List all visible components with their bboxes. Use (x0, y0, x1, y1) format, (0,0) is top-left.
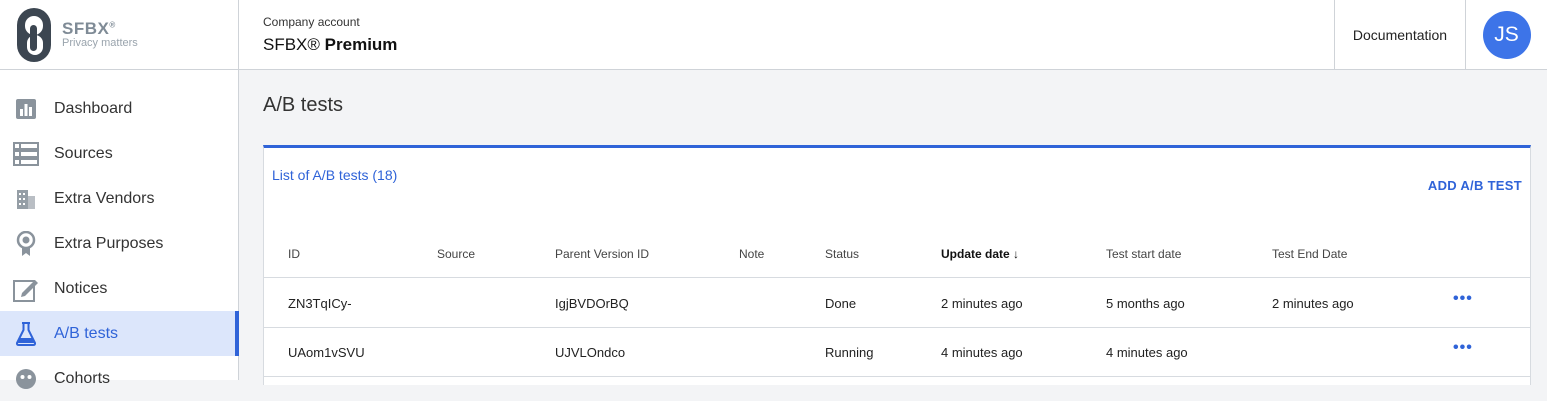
cell-status: Running (825, 345, 874, 360)
column-header-status[interactable]: Status (825, 247, 859, 261)
sidebar-item-label: Cohorts (54, 369, 111, 387)
sidebar-item-label: Extra Vendors (54, 189, 155, 207)
sidebar-item-dashboard[interactable]: Dashboard (0, 86, 238, 131)
sort-arrow-icon: ↓ (1013, 247, 1020, 261)
sidebar-item-label: Sources (54, 144, 113, 162)
main-content: A/B tests List of A/B tests (18) ADD A/B… (240, 70, 1547, 385)
column-header-update-date-label: Update date (941, 247, 1010, 261)
chart-icon (12, 95, 40, 123)
sidebar-item-extra-purposes[interactable]: Extra Purposes (0, 221, 238, 266)
documentation-link[interactable]: Documentation (1334, 0, 1466, 69)
column-header-source[interactable]: Source (437, 247, 475, 261)
add-ab-test-button[interactable]: ADD A/B TEST (1428, 178, 1522, 193)
sidebar-item-cohorts[interactable]: Cohorts (0, 356, 238, 401)
list-title: List of A/B tests (18) (272, 167, 398, 183)
sidebar-item-extra-vendors[interactable]: Extra Vendors (0, 176, 238, 221)
sidebar-item-notices[interactable]: Notices (0, 266, 238, 311)
company-account: Company account SFBX® Premium (239, 0, 1334, 69)
cell-id: UAom1vSVU (288, 345, 365, 360)
page-title: A/B tests (263, 94, 344, 116)
cohorts-icon (12, 365, 40, 393)
cell-parent-version-id: UJVLOndco (555, 345, 626, 360)
column-header-note[interactable]: Note (739, 247, 764, 261)
cell-test-start-date: 4 minutes ago (1106, 345, 1188, 360)
cell-update-date: 4 minutes ago (941, 345, 1023, 360)
sidebar-item-label: Dashboard (54, 99, 133, 117)
logo-reg: ® (109, 20, 116, 30)
ab-tests-card: List of A/B tests (18) ADD A/B TEST ID S… (263, 145, 1531, 385)
sidebar-item-label: Notices (54, 279, 108, 297)
column-header-update-date[interactable]: Update date ↓ (941, 247, 1019, 261)
table-header: ID Source Parent Version ID Note Status … (264, 228, 1530, 278)
sidebar-item-label: A/B tests (54, 324, 119, 342)
cell-test-end-date: 2 minutes ago (1272, 296, 1354, 311)
cell-status: Done (825, 296, 857, 311)
company-plan: Premium (324, 34, 398, 54)
column-header-parent-version-id[interactable]: Parent Version ID (555, 247, 649, 261)
building-icon (12, 185, 40, 213)
table-row[interactable]: ZN3TqICy- IgjBVDOrBQ Done 2 minutes ago … (264, 279, 1530, 328)
list-icon (12, 140, 40, 168)
logo-name: SFBX (62, 19, 110, 38)
sidebar: Dashboard Sources Extra Vendors Extra Pu… (0, 70, 239, 389)
sidebar-item-label: Extra Purposes (54, 234, 164, 252)
logo-tagline: Privacy matters (62, 37, 138, 49)
sfbx-logo-icon (16, 7, 52, 63)
row-more-menu-icon[interactable]: ••• (1453, 339, 1473, 357)
flask-icon (12, 320, 40, 348)
cell-parent-version-id: IgjBVDOrBQ (555, 296, 629, 311)
company-account-name: SFBX® Premium (263, 35, 1310, 55)
table-row[interactable]: UAom1vSVU UJVLOndco Running 4 minutes ag… (264, 328, 1530, 377)
edit-icon (12, 275, 40, 303)
sidebar-item-sources[interactable]: Sources (0, 131, 238, 176)
cell-test-start-date: 5 months ago (1106, 296, 1185, 311)
row-more-menu-icon[interactable]: ••• (1453, 290, 1473, 308)
column-header-test-start-date[interactable]: Test start date (1106, 247, 1181, 261)
company-name: SFBX® (263, 34, 320, 54)
cell-id: ZN3TqICy- (288, 296, 352, 311)
company-account-label: Company account (263, 14, 360, 29)
sidebar-item-ab-tests[interactable]: A/B tests (0, 311, 239, 356)
cell-update-date: 2 minutes ago (941, 296, 1023, 311)
avatar[interactable]: JS (1482, 10, 1531, 59)
award-icon (12, 230, 40, 258)
top-header: SFBX® Privacy matters Company account SF… (0, 0, 1547, 70)
logo[interactable]: SFBX® Privacy matters (0, 0, 239, 69)
column-header-id[interactable]: ID (288, 247, 300, 261)
column-header-test-end-date[interactable]: Test End Date (1272, 247, 1347, 261)
